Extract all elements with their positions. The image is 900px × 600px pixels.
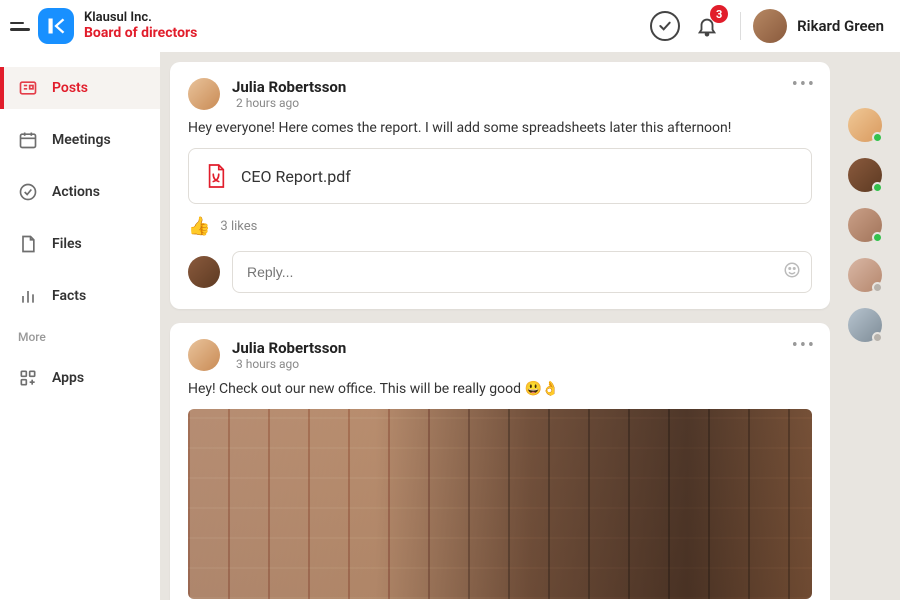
presence-status-dot	[872, 332, 883, 343]
post-author-name[interactable]: Julia Robertsson	[232, 78, 346, 96]
post-menu-button[interactable]: •••	[792, 335, 816, 356]
posts-icon	[18, 78, 38, 98]
likes-count: 3 likes	[220, 219, 257, 234]
file-icon	[18, 234, 38, 254]
org-name: Klausul Inc.	[84, 10, 197, 26]
post-card: ••• Julia Robertsson 2 hours ago Hey eve…	[170, 62, 830, 309]
app-header: Klausul Inc. Board of directors 3 Rikard…	[0, 0, 900, 52]
attachment-filename: CEO Report.pdf	[241, 167, 351, 186]
apps-icon	[18, 368, 38, 388]
post-menu-button[interactable]: •••	[792, 74, 816, 95]
logo-k-icon	[46, 16, 66, 36]
post-card: ••• Julia Robertsson 3 hours ago Hey! Ch…	[170, 323, 830, 600]
check-icon	[18, 182, 38, 202]
presence-avatar[interactable]	[848, 208, 882, 242]
smile-icon	[783, 261, 801, 279]
thumbs-up-icon: 👍	[188, 216, 210, 237]
pdf-icon	[205, 163, 227, 189]
presence-avatar[interactable]	[848, 108, 882, 142]
content-area: ••• Julia Robertsson 2 hours ago Hey eve…	[160, 52, 830, 600]
sidebar-item-label: Files	[52, 236, 82, 252]
reply-input[interactable]	[247, 264, 797, 280]
post-body: Hey! Check out our new office. This will…	[188, 381, 812, 397]
user-avatar[interactable]	[753, 9, 787, 43]
presence-rail	[830, 52, 900, 600]
header-titles: Klausul Inc. Board of directors	[84, 10, 197, 42]
sidebar-item-meetings[interactable]: Meetings	[0, 119, 160, 161]
post-author-avatar[interactable]	[188, 78, 220, 110]
presence-status-dot	[872, 182, 883, 193]
reply-avatar	[188, 256, 220, 288]
presence-status-dot	[872, 132, 883, 143]
sidebar-item-label: Actions	[52, 184, 100, 200]
presence-avatar[interactable]	[848, 308, 882, 342]
sidebar-item-label: Apps	[52, 370, 84, 386]
sidebar-item-label: Facts	[52, 288, 86, 304]
section-name[interactable]: Board of directors	[84, 25, 197, 42]
presence-status-dot	[872, 282, 883, 293]
sidebar-item-actions[interactable]: Actions	[0, 171, 160, 213]
presence-avatar[interactable]	[848, 158, 882, 192]
app-logo[interactable]	[38, 8, 74, 44]
notification-badge: 3	[710, 5, 728, 23]
header-divider	[740, 12, 741, 40]
notifications-button[interactable]: 3	[692, 11, 722, 41]
menu-button[interactable]	[10, 15, 32, 37]
post-image[interactable]	[188, 409, 812, 599]
post-likes[interactable]: 👍 3 likes	[188, 216, 812, 237]
sidebar-item-label: Posts	[52, 80, 88, 96]
sidebar-item-files[interactable]: Files	[0, 223, 160, 265]
check-circle-icon	[657, 18, 673, 34]
post-body: Hey everyone! Here comes the report. I w…	[188, 120, 812, 136]
post-timestamp: 2 hours ago	[236, 96, 346, 110]
sidebar-item-posts[interactable]: Posts	[0, 67, 160, 109]
chart-icon	[18, 286, 38, 306]
emoji-button[interactable]	[783, 261, 801, 284]
post-author-avatar[interactable]	[188, 339, 220, 371]
presence-avatar[interactable]	[848, 258, 882, 292]
sidebar-more-label: More	[0, 322, 160, 352]
sidebar: Posts Meetings Actions Files Facts	[0, 52, 160, 600]
sidebar-item-label: Meetings	[52, 132, 111, 148]
presence-status-dot	[872, 232, 883, 243]
calendar-icon	[18, 130, 38, 150]
sidebar-item-facts[interactable]: Facts	[0, 275, 160, 317]
user-name[interactable]: Rikard Green	[797, 17, 884, 35]
tasks-button[interactable]	[650, 11, 680, 41]
attachment-file[interactable]: CEO Report.pdf	[188, 148, 812, 204]
reply-box[interactable]	[232, 251, 812, 293]
sidebar-item-apps[interactable]: Apps	[0, 357, 160, 399]
post-timestamp: 3 hours ago	[236, 357, 346, 371]
post-author-name[interactable]: Julia Robertsson	[232, 339, 346, 357]
